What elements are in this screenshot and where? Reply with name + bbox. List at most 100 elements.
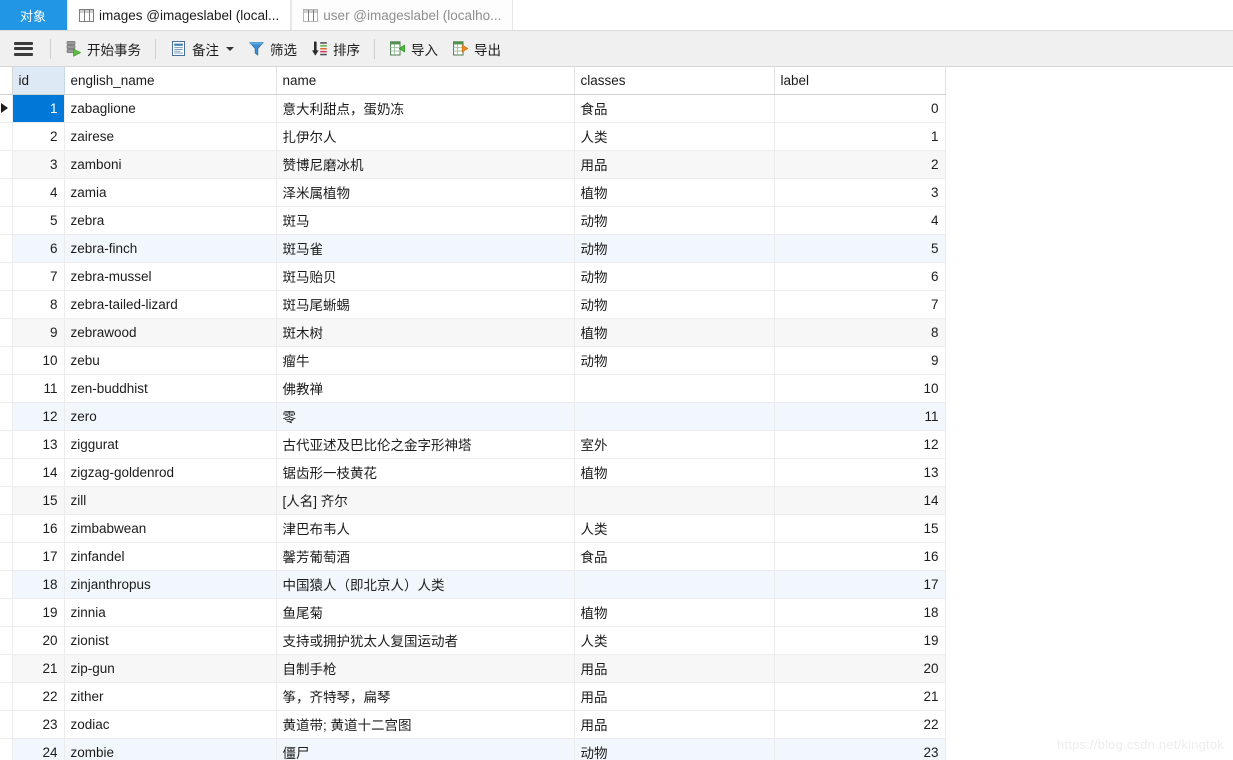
cell-name[interactable]: 扎伊尔人 xyxy=(276,122,575,151)
cell-id[interactable]: 7 xyxy=(12,262,65,291)
row-gutter[interactable] xyxy=(0,150,13,179)
cell-label[interactable]: 19 xyxy=(774,626,946,655)
cell-classes[interactable]: 动物 xyxy=(574,234,775,263)
tab-objects[interactable]: 对象 xyxy=(0,0,68,30)
table-row[interactable]: 16 zimbabwean 津巴布韦人 人类 15 xyxy=(0,514,946,543)
cell-name[interactable]: 筝，齐特琴，扁琴 xyxy=(276,682,575,711)
cell-id[interactable]: 19 xyxy=(12,598,65,627)
cell-label[interactable]: 2 xyxy=(774,150,946,179)
cell-id[interactable]: 1 xyxy=(12,94,65,123)
cell-id[interactable]: 12 xyxy=(12,402,65,431)
column-header-name[interactable]: name xyxy=(276,67,575,95)
table-row[interactable]: 19 zinnia 鱼尾菊 植物 18 xyxy=(0,598,946,627)
cell-id[interactable]: 3 xyxy=(12,150,65,179)
table-row[interactable]: 1 zabaglione 意大利甜点，蛋奶冻 食品 0 xyxy=(0,94,946,123)
cell-classes[interactable]: 动物 xyxy=(574,262,775,291)
cell-english-name[interactable]: zabaglione xyxy=(64,94,277,123)
cell-name[interactable]: 支持或拥护犹太人复国运动者 xyxy=(276,626,575,655)
table-row[interactable]: 6 zebra-finch 斑马雀 动物 5 xyxy=(0,234,946,263)
row-gutter[interactable] xyxy=(0,318,13,347)
hamburger-menu-icon[interactable] xyxy=(14,41,33,56)
cell-name[interactable]: 佛教禅 xyxy=(276,374,575,403)
cell-name[interactable]: 斑木树 xyxy=(276,318,575,347)
cell-classes[interactable]: 植物 xyxy=(574,458,775,487)
table-row[interactable]: 21 zip-gun 自制手枪 用品 20 xyxy=(0,654,946,683)
cell-name[interactable]: 古代亚述及巴比伦之金字形神塔 xyxy=(276,430,575,459)
cell-english-name[interactable]: zither xyxy=(64,682,277,711)
row-gutter[interactable] xyxy=(0,626,13,655)
cell-name[interactable]: 自制手枪 xyxy=(276,654,575,683)
row-gutter[interactable] xyxy=(0,430,13,459)
cell-name[interactable]: [人名] 齐尔 xyxy=(276,486,575,515)
table-row[interactable]: 2 zairese 扎伊尔人 人类 1 xyxy=(0,122,946,151)
table-row[interactable]: 15 zill [人名] 齐尔 14 xyxy=(0,486,946,515)
cell-name[interactable]: 僵尸 xyxy=(276,738,575,760)
cell-id[interactable]: 18 xyxy=(12,570,65,599)
cell-label[interactable]: 10 xyxy=(774,374,946,403)
table-row[interactable]: 9 zebrawood 斑木树 植物 8 xyxy=(0,318,946,347)
cell-classes[interactable]: 植物 xyxy=(574,318,775,347)
table-row[interactable]: 24 zombie 僵尸 动物 23 xyxy=(0,738,946,760)
table-row[interactable]: 10 zebu 瘤牛 动物 9 xyxy=(0,346,946,375)
table-row[interactable]: 7 zebra-mussel 斑马贻贝 动物 6 xyxy=(0,262,946,291)
cell-label[interactable]: 18 xyxy=(774,598,946,627)
chevron-down-icon[interactable] xyxy=(226,46,234,51)
column-header-classes[interactable]: classes xyxy=(574,67,775,95)
cell-id[interactable]: 4 xyxy=(12,178,65,207)
cell-classes[interactable]: 植物 xyxy=(574,598,775,627)
cell-english-name[interactable]: zebra-mussel xyxy=(64,262,277,291)
cell-label[interactable]: 22 xyxy=(774,710,946,739)
cell-name[interactable]: 斑马尾蜥蜴 xyxy=(276,290,575,319)
cell-english-name[interactable]: ziggurat xyxy=(64,430,277,459)
cell-label[interactable]: 14 xyxy=(774,486,946,515)
export-button[interactable]: 导出 xyxy=(445,35,508,63)
cell-label[interactable]: 1 xyxy=(774,122,946,151)
cell-english-name[interactable]: zill xyxy=(64,486,277,515)
cell-classes[interactable]: 动物 xyxy=(574,738,775,760)
cell-label[interactable]: 7 xyxy=(774,290,946,319)
cell-id[interactable]: 14 xyxy=(12,458,65,487)
table-row[interactable]: 12 zero 零 11 xyxy=(0,402,946,431)
cell-english-name[interactable]: zen-buddhist xyxy=(64,374,277,403)
cell-id[interactable]: 11 xyxy=(12,374,65,403)
cell-label[interactable]: 13 xyxy=(774,458,946,487)
table-row[interactable]: 5 zebra 斑马 动物 4 xyxy=(0,206,946,235)
cell-classes[interactable]: 用品 xyxy=(574,654,775,683)
cell-english-name[interactable]: zebrawood xyxy=(64,318,277,347)
begin-transaction-button[interactable]: 开始事务 xyxy=(58,35,148,63)
cell-classes[interactable] xyxy=(574,570,775,599)
cell-id[interactable]: 23 xyxy=(12,710,65,739)
row-gutter[interactable] xyxy=(0,710,13,739)
cell-label[interactable]: 21 xyxy=(774,682,946,711)
cell-id[interactable]: 2 xyxy=(12,122,65,151)
cell-id[interactable]: 10 xyxy=(12,346,65,375)
column-header-id[interactable]: id xyxy=(12,67,65,95)
row-gutter[interactable] xyxy=(0,262,13,291)
note-button[interactable]: 备注 xyxy=(163,35,241,63)
table-row[interactable]: 20 zionist 支持或拥护犹太人复国运动者 人类 19 xyxy=(0,626,946,655)
cell-english-name[interactable]: zero xyxy=(64,402,277,431)
cell-classes[interactable] xyxy=(574,486,775,515)
cell-label[interactable]: 9 xyxy=(774,346,946,375)
cell-label[interactable]: 23 xyxy=(774,738,946,760)
cell-label[interactable]: 6 xyxy=(774,262,946,291)
row-gutter[interactable] xyxy=(0,486,13,515)
cell-id[interactable]: 24 xyxy=(12,738,65,760)
import-button[interactable]: 导入 xyxy=(382,35,445,63)
cell-english-name[interactable]: zimbabwean xyxy=(64,514,277,543)
cell-classes[interactable]: 动物 xyxy=(574,346,775,375)
row-gutter[interactable] xyxy=(0,178,13,207)
row-gutter[interactable] xyxy=(0,234,13,263)
cell-name[interactable]: 斑马 xyxy=(276,206,575,235)
cell-classes[interactable]: 动物 xyxy=(574,290,775,319)
cell-name[interactable]: 鱼尾菊 xyxy=(276,598,575,627)
row-gutter[interactable] xyxy=(0,290,13,319)
cell-id[interactable]: 20 xyxy=(12,626,65,655)
row-gutter[interactable] xyxy=(0,598,13,627)
table-row[interactable]: 13 ziggurat 古代亚述及巴比伦之金字形神塔 室外 12 xyxy=(0,430,946,459)
cell-id[interactable]: 16 xyxy=(12,514,65,543)
cell-label[interactable]: 12 xyxy=(774,430,946,459)
cell-name[interactable]: 零 xyxy=(276,402,575,431)
cell-id[interactable]: 15 xyxy=(12,486,65,515)
table-row[interactable]: 4 zamia 泽米属植物 植物 3 xyxy=(0,178,946,207)
